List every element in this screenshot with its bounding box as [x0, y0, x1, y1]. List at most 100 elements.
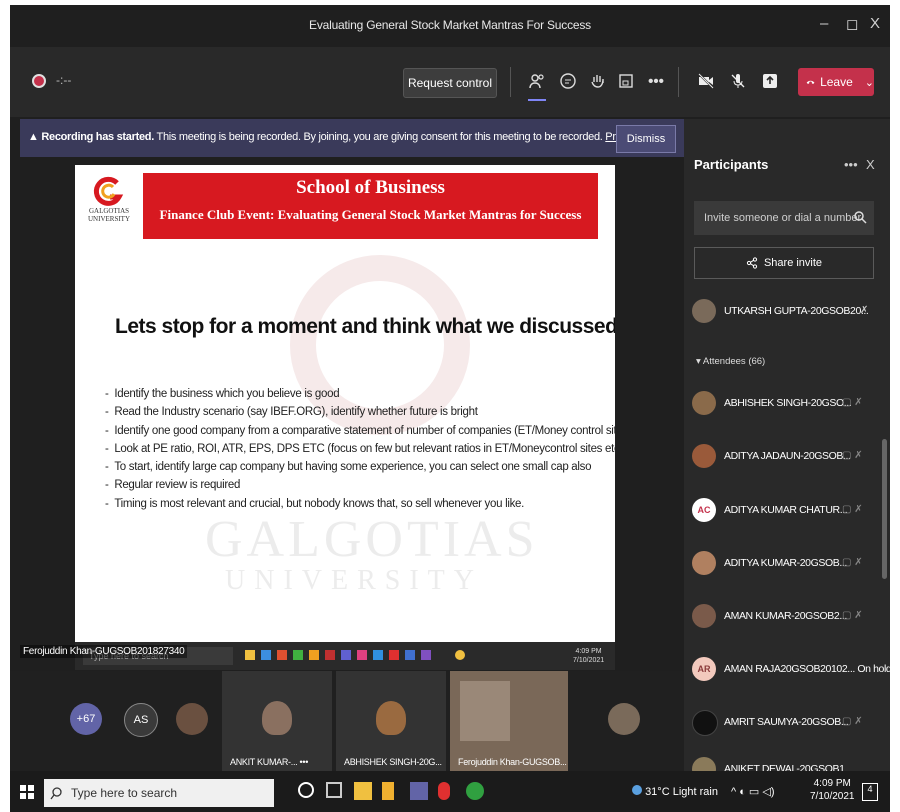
search-placeholder: Type here to search [71, 786, 178, 800]
teams-app-icon[interactable] [410, 782, 428, 800]
window-title: Evaluating General Stock Market Mantras … [309, 18, 591, 32]
slide-title-bar: School of Business Finance Club Event: E… [143, 173, 598, 239]
app-icon [341, 650, 351, 660]
video-feed [460, 681, 510, 741]
participant-row[interactable]: UTKARSH GUPTA-20GSOB20... ✗ [692, 297, 888, 327]
share-icon [746, 257, 758, 269]
participant-row[interactable]: AMRIT SAUMYA-20GSOB... ▢ ✗ [692, 708, 888, 738]
store-icon[interactable] [382, 782, 394, 800]
avatar [692, 710, 718, 736]
recording-banner: ▲ Recording has started. This meeting is… [20, 119, 684, 157]
tile-name: ANKIT KUMAR-... ••• [230, 757, 309, 767]
opera-icon[interactable] [438, 782, 450, 800]
share-tray-icon[interactable] [758, 69, 782, 93]
participant-row[interactable]: AMAN KUMAR-20GSOB2... ▢ ✗ [692, 602, 888, 632]
dismiss-button[interactable]: Dismiss [616, 125, 676, 153]
camera-mic-off-icon: ▢ ✗ [842, 450, 863, 461]
app-icon [357, 650, 367, 660]
windows-taskbar: Type here to search 31°C Light rain ^ ◐ … [10, 771, 890, 812]
presenter-name-label: Ferojuddin Khan-GUGSOB201827340 [20, 645, 188, 658]
chrome-icon[interactable] [466, 782, 484, 800]
toolbar-divider [510, 67, 511, 97]
camera-mic-off-icon: ▢ ✗ [842, 397, 863, 408]
toolbar-divider [678, 67, 679, 97]
weather-icon [455, 650, 465, 660]
task-view-icon[interactable] [326, 782, 342, 798]
participants-icon[interactable] [525, 69, 549, 93]
chat-icon[interactable] [556, 69, 580, 93]
camera-mic-off-icon: ▢ ✗ [842, 716, 863, 727]
invite-placeholder: Invite someone or dial a number [704, 212, 862, 224]
watermark-text: GALGOTIAS [205, 511, 539, 568]
participant-name: ANIKET DEWAI -20GSOB1 [724, 763, 845, 771]
panel-close-button[interactable]: X [866, 157, 875, 172]
leave-chevron-icon[interactable]: ⌄ [865, 76, 874, 89]
close-button[interactable]: X [870, 15, 880, 32]
more-participants-badge[interactable]: +67 [70, 703, 102, 735]
more-actions-button[interactable]: ••• [644, 69, 668, 93]
system-tray-icons[interactable]: ^ ◐ ▭ ◁) [731, 786, 775, 798]
invite-input[interactable]: Invite someone or dial a number [694, 201, 874, 235]
mic-off-icon[interactable] [726, 69, 750, 93]
file-explorer-icon[interactable] [354, 782, 372, 800]
avatar: AR [692, 657, 716, 681]
slide-header: GALGOTIAS UNIVERSITY School of Business … [75, 165, 615, 240]
watermark-subtext: UNIVERSITY [225, 565, 483, 596]
share-invite-button[interactable]: Share invite [694, 247, 874, 279]
participant-photo [262, 701, 292, 735]
attendees-header[interactable]: ▾ Attendees (66) [696, 356, 765, 367]
maximize-button[interactable]: ◻ [846, 15, 858, 33]
participant-row[interactable]: ABHISHEK SINGH-20GSO... ▢ ✗ [692, 389, 888, 419]
bullet-list: - Identify the business which you believ… [105, 385, 615, 513]
app-icon [405, 650, 415, 660]
participant-name: ADITYA KUMAR-20GSOB... [724, 557, 847, 569]
leave-button[interactable]: Leave ⌄ [798, 68, 874, 96]
presenter-clock: 4:09 PM 7/10/2021 [573, 648, 605, 664]
participants-panel: Participants ••• X Invite someone or dia… [684, 119, 890, 771]
raise-hand-icon[interactable] [586, 69, 610, 93]
minimize-button[interactable]: – [820, 15, 828, 32]
camera-off-icon[interactable] [694, 69, 718, 93]
mic-off-icon: ✗ [860, 305, 869, 316]
panel-more-button[interactable]: ••• [844, 157, 858, 172]
camera-mic-off-icon: ▢ ✗ [842, 610, 863, 621]
participant-name: AMRIT SAUMYA-20GSOB... [724, 716, 849, 728]
participant-name: AMAN KUMAR-20GSOB2... [724, 610, 847, 622]
notification-icon[interactable]: 4 [862, 783, 878, 801]
app-icon [277, 650, 287, 660]
participant-row[interactable]: ADITYA KUMAR-20GSOB... ▢ ✗ [692, 549, 888, 579]
panel-title: Participants [694, 157, 769, 172]
windows-start-icon[interactable] [20, 785, 34, 799]
taskbar-clock[interactable]: 4:09 PM 7/10/2021 [810, 777, 855, 803]
banner-bold: Recording has started. [41, 131, 154, 143]
weather-widget[interactable]: 31°C Light rain ^ ◐ ▭ ◁) [632, 785, 775, 798]
participant-photo [376, 701, 406, 735]
avatar [176, 703, 208, 735]
share-invite-label: Share invite [763, 257, 823, 269]
participant-name: ADITYA JADAUN-20GSOB... [724, 450, 851, 462]
bullet-item: - Timing is most relevant and crucial, b… [105, 497, 525, 510]
taskbar-search[interactable]: Type here to search [44, 779, 274, 807]
request-control-button[interactable]: Request control [403, 68, 497, 98]
avatar [608, 703, 640, 735]
video-tile[interactable]: Ferojuddin Khan-GUGSOB... [450, 671, 568, 771]
app-icon [373, 650, 383, 660]
event-title: Finance Club Event: Evaluating General S… [159, 207, 582, 222]
rooms-icon[interactable] [614, 69, 638, 93]
video-tile[interactable]: ANKIT KUMAR-... ••• [222, 671, 332, 771]
panel-scrollbar[interactable] [882, 439, 887, 579]
video-tile[interactable]: ABHISHEK SINGH-20G... [336, 671, 446, 771]
search-icon [50, 786, 62, 799]
warning-icon: ▲ [28, 131, 39, 143]
app-icon [309, 650, 319, 660]
tile-name: Ferojuddin Khan-GUGSOB... [458, 757, 567, 767]
participant-row[interactable]: ANIKET DEWAI -20GSOB1 [692, 755, 888, 771]
leave-label: Leave [820, 75, 853, 89]
bullet-item: - Regular review is required [105, 479, 241, 492]
participant-row[interactable]: AR AMAN RAJA20GSOB20102... On hold [692, 655, 890, 685]
logo-text: GALGOTIAS UNIVERSITY [88, 207, 130, 223]
avatar [692, 391, 716, 415]
participant-row[interactable]: ADITYA JADAUN-20GSOB... ▢ ✗ [692, 442, 888, 472]
cortana-icon[interactable] [298, 782, 314, 798]
participant-row[interactable]: AC ADITYA KUMAR CHATUR... ▢ ✗ [692, 496, 888, 526]
